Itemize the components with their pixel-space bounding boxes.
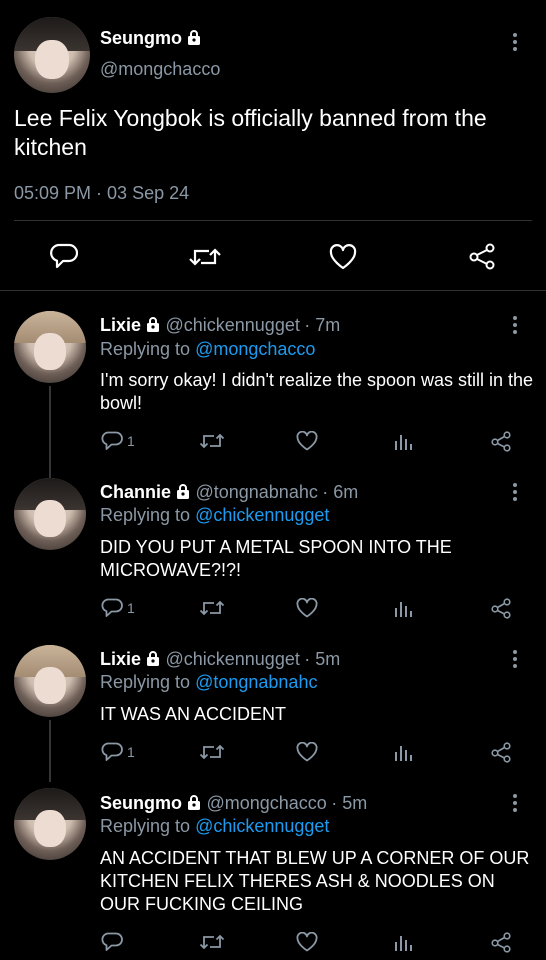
avatar[interactable]: [14, 645, 86, 717]
replying-to-label: Replying to: [100, 672, 191, 692]
reply-icon[interactable]: [101, 932, 123, 952]
replying-to-link[interactable]: @chickennugget: [195, 505, 329, 525]
timestamp: 05:09 PM · 03 Sep 24: [14, 183, 190, 203]
reply-icon[interactable]: [101, 598, 123, 618]
replying-to-label: Replying to: [100, 816, 191, 836]
analytics-icon[interactable]: [393, 742, 413, 762]
display-name[interactable]: Lixie: [100, 649, 141, 669]
retweet-icon[interactable]: [199, 742, 225, 762]
author-name-row[interactable]: Seungmo: [100, 28, 202, 49]
replying-to: Replying to @tongnabnahc: [100, 672, 317, 693]
lock-icon: [177, 484, 190, 499]
share-icon[interactable]: [490, 597, 512, 619]
reply-count: 1: [127, 433, 135, 449]
handle[interactable]: @chickennugget: [165, 315, 299, 335]
replying-to-label: Replying to: [100, 505, 191, 525]
lock-icon: [147, 651, 160, 666]
retweet-icon[interactable]: [199, 431, 225, 451]
handle[interactable]: @chickennugget: [165, 649, 299, 669]
share-icon[interactable]: [490, 741, 512, 763]
analytics-icon[interactable]: [393, 932, 413, 952]
handle[interactable]: @mongchacco: [206, 793, 326, 813]
reply-icon[interactable]: [101, 431, 123, 451]
like-icon[interactable]: [296, 932, 318, 952]
divider: [0, 290, 546, 291]
share-icon[interactable]: [490, 430, 512, 452]
reply-text: DID YOU PUT A METAL SPOON INTO THE MICRO…: [100, 537, 452, 580]
reply-text: I'm sorry okay! I didn't realize the spo…: [100, 370, 534, 413]
reply-count: 1: [127, 744, 135, 760]
reply-icon[interactable]: [50, 243, 78, 269]
more-options-icon[interactable]: [509, 30, 521, 54]
more-options-icon[interactable]: [509, 647, 521, 671]
more-options-icon[interactable]: [509, 480, 521, 504]
avatar[interactable]: [14, 788, 86, 860]
replying-to-link[interactable]: @tongnabnahc: [195, 672, 317, 692]
like-icon[interactable]: [296, 431, 318, 451]
display-name[interactable]: Seungmo: [100, 28, 182, 48]
thread-line: [49, 386, 51, 478]
avatar[interactable]: [14, 478, 86, 550]
retweet-icon[interactable]: [188, 244, 222, 270]
like-icon[interactable]: [296, 598, 318, 618]
handle[interactable]: @tongnabnahc: [195, 482, 317, 502]
avatar[interactable]: [14, 17, 90, 93]
replying-to-link[interactable]: @chickennugget: [195, 816, 329, 836]
share-icon[interactable]: [468, 242, 496, 270]
relative-time: · 6m: [322, 482, 359, 502]
replying-to: Replying to @chickennugget: [100, 816, 329, 837]
like-icon[interactable]: [329, 244, 357, 270]
analytics-icon[interactable]: [393, 431, 413, 451]
replying-to-link[interactable]: @mongchacco: [195, 339, 315, 359]
avatar[interactable]: [14, 311, 86, 383]
more-options-icon[interactable]: [509, 791, 521, 815]
reply-icon[interactable]: [101, 742, 123, 762]
relative-time: · 5m: [331, 793, 368, 813]
handle[interactable]: @mongchacco: [100, 59, 220, 80]
replying-to-label: Replying to: [100, 339, 191, 359]
more-options-icon[interactable]: [509, 313, 521, 337]
reply-header[interactable]: Lixie @chickennugget · 7m: [100, 315, 340, 336]
retweet-icon[interactable]: [199, 598, 225, 618]
analytics-icon[interactable]: [393, 598, 413, 618]
retweet-icon[interactable]: [199, 932, 225, 952]
divider: [14, 220, 532, 221]
lock-icon: [188, 30, 201, 45]
lock-icon: [188, 795, 201, 810]
reply-text: AN ACCIDENT THAT BLEW UP A CORNER OF OUR…: [100, 848, 530, 914]
display-name[interactable]: Channie: [100, 482, 171, 502]
reply-header[interactable]: Channie @tongnabnahc · 6m: [100, 482, 358, 503]
reply-count: 1: [127, 600, 135, 616]
lock-icon: [147, 317, 160, 332]
relative-time: · 5m: [304, 649, 341, 669]
display-name[interactable]: Lixie: [100, 315, 141, 335]
like-icon[interactable]: [296, 742, 318, 762]
tweet-text: Lee Felix Yongbok is officially banned f…: [14, 105, 487, 160]
relative-time: · 7m: [304, 315, 341, 335]
replying-to: Replying to @mongchacco: [100, 339, 315, 360]
display-name[interactable]: Seungmo: [100, 793, 182, 813]
reply-text: IT WAS AN ACCIDENT: [100, 704, 287, 724]
replying-to: Replying to @chickennugget: [100, 505, 329, 526]
thread-line: [49, 720, 51, 782]
reply-header[interactable]: Lixie @chickennugget · 5m: [100, 649, 340, 670]
share-icon[interactable]: [490, 931, 512, 953]
reply-header[interactable]: Seungmo @mongchacco · 5m: [100, 793, 367, 814]
